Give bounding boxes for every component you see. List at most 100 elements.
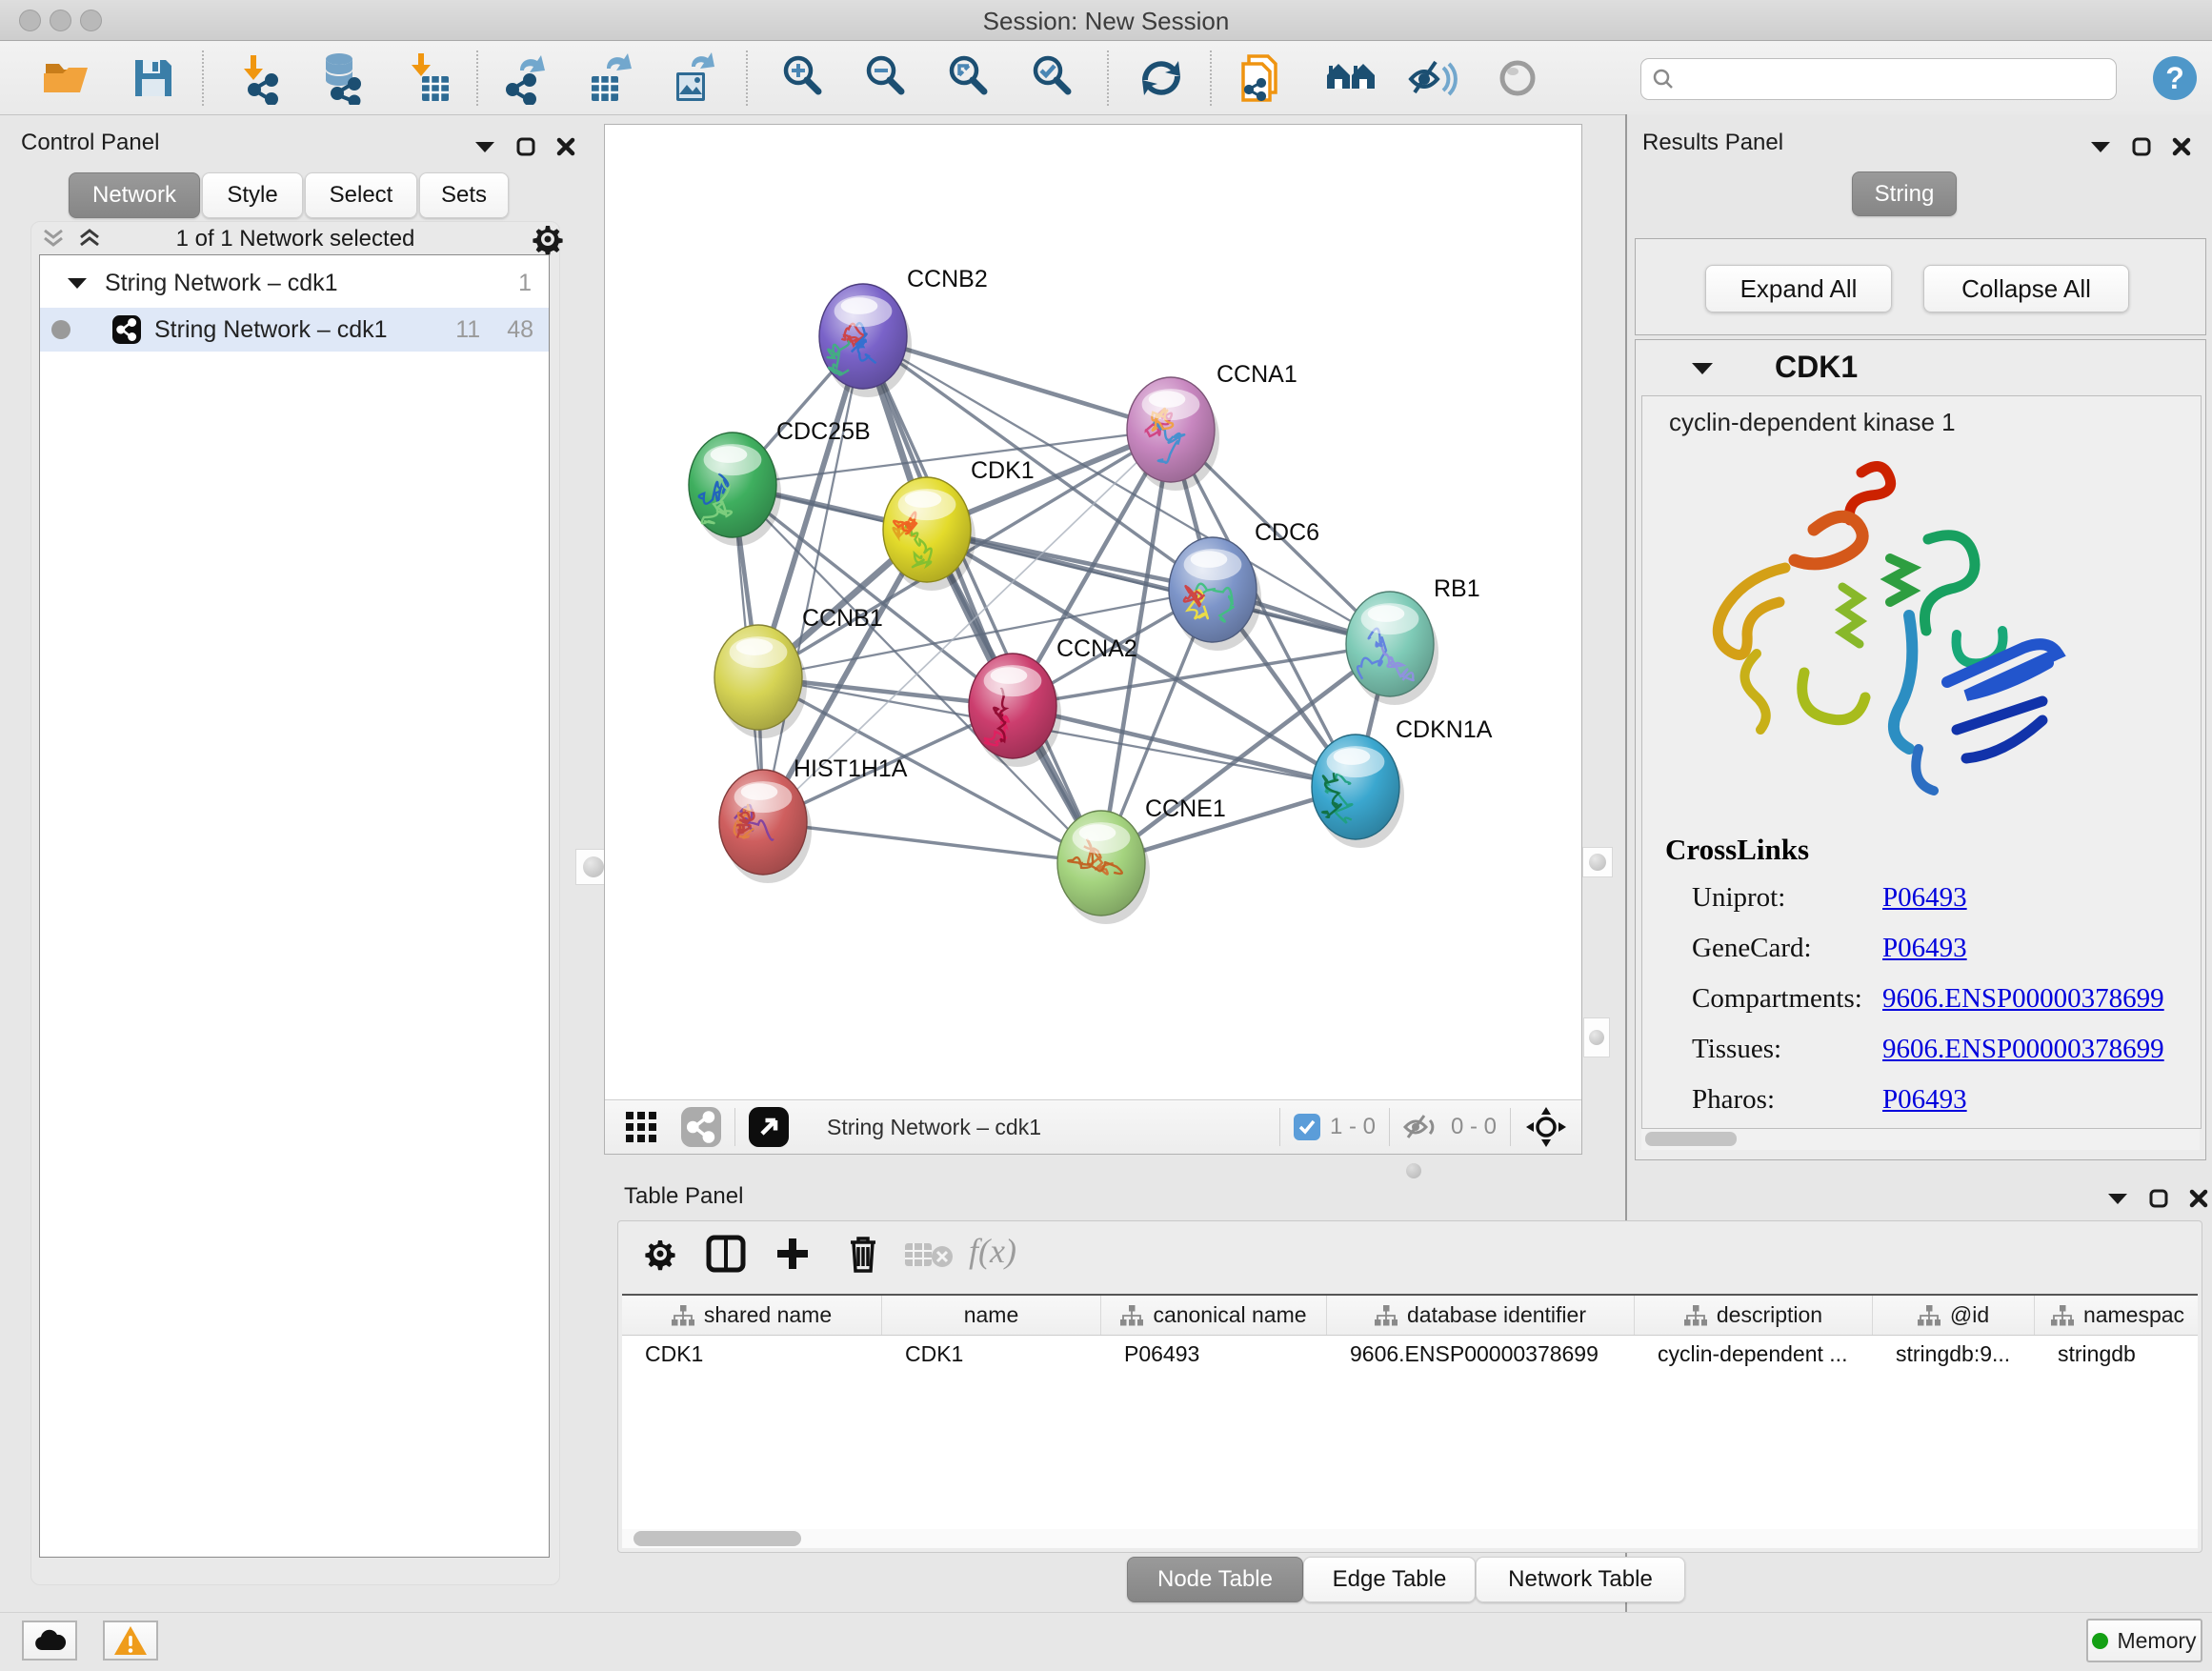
import-network-file-icon[interactable] xyxy=(231,49,290,108)
column-header-id[interactable]: @id xyxy=(1873,1296,2035,1335)
help-icon[interactable]: ? xyxy=(2145,49,2204,108)
crosslink-link[interactable]: 9606.ENSP00000378699 xyxy=(1882,1034,2164,1065)
hide-details-icon[interactable] xyxy=(1403,49,1462,108)
panel-close-icon[interactable] xyxy=(2172,137,2191,156)
export-table-icon[interactable] xyxy=(581,49,640,108)
tab-edge-table[interactable]: Edge Table xyxy=(1303,1557,1476,1602)
tab-select[interactable]: Select xyxy=(305,172,417,218)
refresh-view-icon[interactable] xyxy=(1132,49,1191,108)
node-CCNB1[interactable]: CCNB1 xyxy=(714,605,883,738)
splitter-toggle-right-lower[interactable] xyxy=(1583,1017,1610,1057)
crosslink-row: Tissues:9606.ENSP00000378699 xyxy=(1692,1024,2187,1075)
column-header-databaseidentifier[interactable]: database identifier xyxy=(1327,1296,1635,1335)
collection-count: 1 xyxy=(518,270,532,297)
warning-status-button[interactable] xyxy=(103,1621,158,1661)
zoom-selected-icon[interactable] xyxy=(1024,49,1083,108)
crosslink-link[interactable]: P06493 xyxy=(1882,933,1967,964)
edge-CDK1-RB1[interactable] xyxy=(927,530,1390,644)
panel-float-icon[interactable] xyxy=(2149,1189,2168,1208)
panel-menu-icon[interactable] xyxy=(474,140,495,153)
panel-menu-icon[interactable] xyxy=(2107,1192,2128,1205)
table-panel-title: Table Panel xyxy=(624,1183,743,1210)
table-hscrollbar-thumb[interactable] xyxy=(633,1531,801,1546)
panel-menu-icon[interactable] xyxy=(2090,140,2111,153)
crosslink-link[interactable]: 9606.ENSP00000378699 xyxy=(1882,983,2164,1015)
tab-sets[interactable]: Sets xyxy=(419,172,509,218)
export-image-icon[interactable] xyxy=(664,49,723,108)
memory-label: Memory xyxy=(2117,1628,2196,1654)
collection-expander-icon[interactable] xyxy=(67,276,88,291)
node-CDKN1A[interactable]: CDKN1A xyxy=(1312,716,1493,848)
warning-icon xyxy=(113,1625,148,1656)
search-input[interactable] xyxy=(1676,66,2089,92)
panel-float-icon[interactable] xyxy=(2132,137,2151,156)
open-session-icon[interactable] xyxy=(36,49,95,108)
node-CDC6[interactable]: CDC6 xyxy=(1169,519,1319,651)
network-options-gear-icon[interactable] xyxy=(531,222,565,256)
node-table[interactable]: shared namenamecanonical namedatabase id… xyxy=(622,1294,2198,1529)
network-list-view-icon[interactable] xyxy=(681,1107,721,1147)
tab-style[interactable]: Style xyxy=(202,172,303,218)
edge-HIST1H1A-CCNE1[interactable] xyxy=(763,822,1101,863)
table-hscrollbar[interactable] xyxy=(622,1529,2198,1548)
panel-float-icon[interactable] xyxy=(516,137,535,156)
network-canvas[interactable]: CCNB2CCNA1CDC25BCDK1CDC6RB1CCNB1CCNA2CDK… xyxy=(605,125,1581,1099)
node-CDC25B[interactable]: CDC25B xyxy=(689,418,871,546)
table-row[interactable]: CDK1CDK1P064939606.ENSP00000378699cyclin… xyxy=(622,1336,2198,1372)
expand-all-button[interactable]: Expand All xyxy=(1705,265,1892,312)
results-tab-string[interactable]: String xyxy=(1852,171,1957,216)
collapse-all-button[interactable]: Collapse All xyxy=(1923,265,2129,312)
memory-button[interactable]: Memory xyxy=(2086,1619,2202,1662)
splitter-toggle-right[interactable] xyxy=(1582,847,1613,877)
protein-detail-box: cyclin-dependent kinase 1 xyxy=(1641,395,2202,1129)
delete-table-icon[interactable] xyxy=(904,1240,954,1269)
cloud-icon xyxy=(32,1629,67,1652)
import-table-file-icon[interactable] xyxy=(398,49,457,108)
crosslink-link[interactable]: P06493 xyxy=(1882,882,1967,914)
cloud-status-button[interactable] xyxy=(22,1621,77,1661)
fit-content-crosshair-icon[interactable] xyxy=(1524,1105,1568,1149)
node-CCNB2[interactable]: CCNB2 xyxy=(819,266,988,397)
crosslink-link[interactable]: P06493 xyxy=(1882,1084,1967,1116)
protein-result-box: CDK1 cyclin-dependent kinase 1 xyxy=(1635,339,2206,1160)
network-collection-row[interactable]: String Network – cdk1 1 xyxy=(40,261,549,305)
edge-CCNB2-HIST1H1A[interactable] xyxy=(763,336,863,822)
column-header-sharedname[interactable]: shared name xyxy=(622,1296,882,1335)
column-header-namespac[interactable]: namespac xyxy=(2035,1296,2198,1335)
column-header-name[interactable]: name xyxy=(882,1296,1101,1335)
export-network-icon[interactable] xyxy=(498,49,557,108)
birdseye-toggle-icon[interactable] xyxy=(749,1107,789,1147)
grid-view-icon[interactable] xyxy=(622,1106,664,1148)
network-row[interactable]: String Network – cdk1 11 48 xyxy=(40,308,549,352)
results-hscrollbar[interactable] xyxy=(1641,1129,2200,1150)
column-header-canonicalname[interactable]: canonical name xyxy=(1101,1296,1327,1335)
protein-expander-icon[interactable] xyxy=(1691,361,1714,376)
show-columns-icon[interactable] xyxy=(706,1235,746,1273)
node-RB1[interactable]: RB1 xyxy=(1346,575,1480,705)
column-header-description[interactable]: description xyxy=(1635,1296,1873,1335)
results-hscrollbar-thumb[interactable] xyxy=(1645,1132,1737,1146)
edge-CCNB2-CCNE1[interactable] xyxy=(863,336,1101,863)
panel-close-icon[interactable] xyxy=(556,137,575,156)
zoom-in-icon[interactable] xyxy=(774,49,834,108)
node-HIST1H1A[interactable]: HIST1H1A xyxy=(719,755,908,883)
home-neighbors-icon[interactable] xyxy=(1321,49,1380,108)
tab-network[interactable]: Network xyxy=(69,172,200,218)
clone-network-icon[interactable] xyxy=(1234,49,1293,108)
show-details-icon[interactable] xyxy=(1488,49,1547,108)
tab-network-table[interactable]: Network Table xyxy=(1476,1557,1685,1602)
panel-close-icon[interactable] xyxy=(2189,1189,2208,1208)
tab-node-table[interactable]: Node Table xyxy=(1127,1557,1303,1602)
save-session-icon[interactable] xyxy=(124,49,183,108)
table-options-gear-icon[interactable] xyxy=(643,1237,677,1271)
zoom-fit-icon[interactable] xyxy=(940,49,999,108)
zoom-out-icon[interactable] xyxy=(857,49,916,108)
search-box[interactable] xyxy=(1640,58,2117,100)
import-network-database-icon[interactable] xyxy=(312,49,371,108)
hidden-eye-icon[interactable] xyxy=(1403,1111,1441,1143)
add-column-icon[interactable] xyxy=(774,1235,812,1273)
function-builder-icon: f(x) xyxy=(969,1231,1016,1271)
node-CCNE1[interactable]: CCNE1 xyxy=(1057,795,1226,924)
selected-checkbox-icon[interactable] xyxy=(1294,1114,1320,1140)
delete-column-icon[interactable] xyxy=(845,1233,881,1275)
